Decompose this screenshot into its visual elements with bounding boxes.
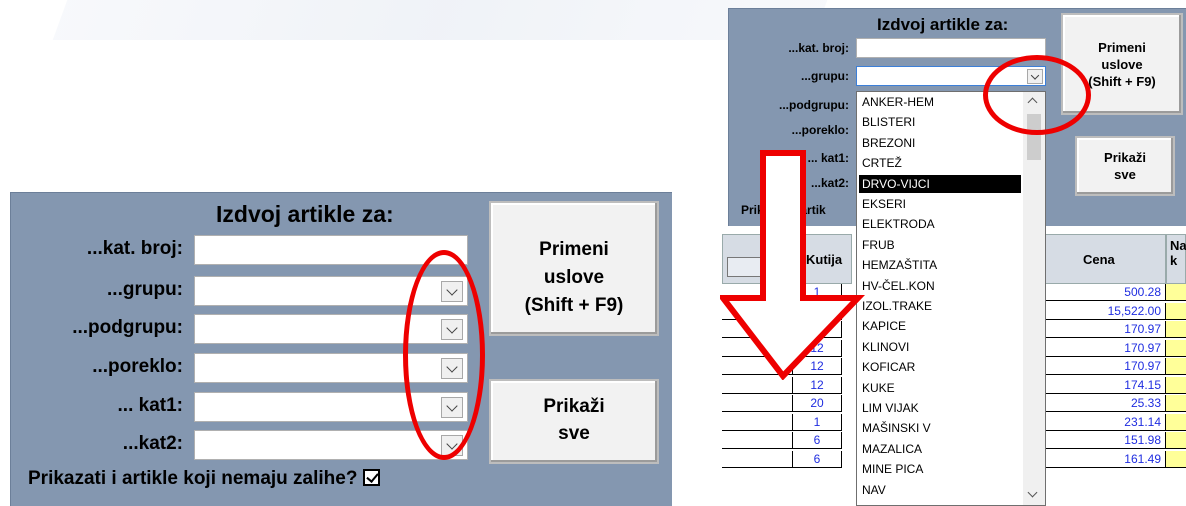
qty-cell: 1: [792, 413, 842, 431]
apply-filters-button[interactable]: Primeni uslove (Shift + F9): [489, 201, 659, 336]
dropdown-option[interactable]: CRTEŽ: [859, 154, 1021, 172]
show-no-stock-checkbox[interactable]: [363, 469, 381, 486]
table-cell: [722, 414, 792, 431]
grid-header-next: Na k: [1166, 234, 1186, 284]
price-cell: 161.49: [1044, 450, 1166, 468]
price-cell: 170.97: [1044, 321, 1166, 338]
label-kat-broj: ...kat. broj:: [86, 238, 183, 259]
highlight-cell: [1166, 413, 1186, 431]
background-decoration: [52, 0, 828, 40]
price-cell: 500.28: [1044, 284, 1166, 301]
dropdown-option[interactable]: FRUB: [859, 236, 1021, 254]
filter-panel-enlarged: Izdvoj artikle za: ...kat. broj: ...grup…: [10, 192, 672, 506]
show-no-stock-row: Prikazati i artikle koji nemaju zalihe?: [28, 468, 381, 490]
highlight-cell: [1166, 376, 1186, 394]
table-cell: [722, 451, 792, 468]
price-cell: 170.97: [1044, 358, 1166, 375]
small-label-kat-broj: ...kat. broj:: [788, 41, 849, 55]
dropdown-option[interactable]: NAV: [859, 481, 1021, 499]
form-title: Izdvoj artikle za:: [216, 201, 394, 227]
highlight-cell: [1166, 432, 1186, 449]
dropdown-scrollbar[interactable]: [1023, 92, 1045, 505]
label-poreklo: ...poreklo:: [92, 356, 183, 377]
highlight-cell: [1166, 339, 1186, 357]
dropdown-option[interactable]: BREZONI: [859, 134, 1021, 152]
show-no-stock-label: Prikazati i artikle koji nemaju zalihe?: [28, 468, 358, 489]
label-kat2: ...kat2:: [122, 433, 183, 454]
price-cell: 151.98: [1044, 432, 1166, 449]
annotation-circle-dropdown-button: [983, 55, 1091, 135]
qty-cell: 6: [792, 450, 842, 468]
qty-cell: 20: [792, 395, 842, 412]
highlight-cell: [1166, 358, 1186, 375]
price-cell: 231.14: [1044, 413, 1166, 431]
small-label-podgrupu: ...podgrupu:: [779, 98, 849, 112]
dropdown-option[interactable]: MAŠINSKI V: [859, 419, 1021, 437]
dropdown-option[interactable]: ELEKTRODA: [859, 215, 1021, 233]
dropdown-option[interactable]: MAZALICA: [859, 440, 1021, 458]
highlight-cell: [1166, 321, 1186, 338]
dropdown-option[interactable]: KOFICAR: [859, 358, 1021, 376]
dropdown-option[interactable]: LIM VIJAK: [859, 399, 1021, 417]
dropdown-option[interactable]: DRVO-VIJCI: [859, 174, 1021, 193]
grid-header-price: Cena: [1044, 234, 1166, 284]
price-cell: 174.15: [1044, 376, 1166, 394]
label-grupu: ...grupu:: [107, 279, 183, 300]
annotation-circle-dropdowns: [403, 250, 485, 460]
price-cell: 15,522.00: [1044, 302, 1166, 320]
down-arrow-icon: [720, 150, 865, 380]
dropdown-option[interactable]: MINE PICA: [859, 460, 1021, 478]
table-cell: [722, 432, 792, 449]
dropdown-option[interactable]: EKSERI: [859, 195, 1021, 213]
qty-cell: 6: [792, 432, 842, 449]
label-kat1: ... kat1:: [117, 395, 183, 416]
highlight-cell: [1166, 302, 1186, 320]
dropdown-option[interactable]: HEMZAŠTITA: [859, 256, 1021, 274]
show-all-button[interactable]: Prikaži sve: [489, 379, 659, 464]
highlight-cell: [1166, 395, 1186, 412]
small-label-grupu: ...grupu:: [801, 69, 849, 83]
small-show-all-button[interactable]: Prikaži sve: [1075, 136, 1175, 196]
table-cell: [722, 395, 792, 412]
form-title-small: Izdvoj artikle za:: [877, 15, 1009, 34]
price-cell: 25.33: [1044, 395, 1166, 412]
small-kat-broj-input[interactable]: [856, 38, 1046, 58]
label-podgrupu: ...podgrupu:: [72, 317, 183, 338]
small-label-poreklo: ...poreklo:: [791, 123, 849, 137]
scroll-down-icon[interactable]: [1027, 487, 1038, 498]
dropdown-option[interactable]: KUKE: [859, 379, 1021, 397]
dropdown-option[interactable]: IZOL.TRAKE: [859, 297, 1021, 315]
grupu-dropdown-list[interactable]: ANKER-HEM BLISTERI BREZONI CRTEŽ DRVO-VIJCI E…: [856, 91, 1046, 506]
highlight-cell: [1166, 284, 1186, 301]
dropdown-option[interactable]: HV-ČEL.KON: [859, 277, 1021, 295]
dropdown-option[interactable]: KLINOVI: [859, 338, 1021, 356]
highlight-cell: [1166, 450, 1186, 468]
price-cell: 170.97: [1044, 339, 1166, 357]
dropdown-option[interactable]: KAPICE: [859, 317, 1021, 335]
